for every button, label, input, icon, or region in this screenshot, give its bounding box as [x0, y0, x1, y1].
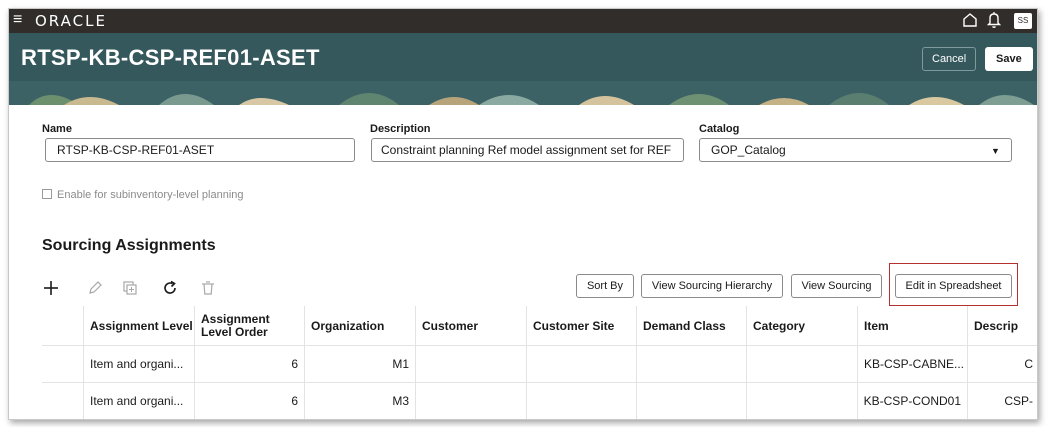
subinventory-checkbox-row[interactable]: Enable for subinventory-level planning — [42, 189, 244, 201]
column-header-category[interactable]: Category — [746, 306, 857, 345]
cell-assignment-level: Item and organi... — [83, 346, 194, 382]
plus-icon[interactable] — [42, 279, 60, 297]
refresh-icon[interactable] — [161, 279, 179, 297]
cancel-button[interactable]: Cancel — [922, 47, 977, 71]
highlight-box — [889, 263, 1018, 306]
global-header: ≡ ORACLE SS — [9, 9, 1037, 33]
duplicate-icon[interactable] — [121, 279, 139, 297]
cell-item: KB-CSP-COND01 — [857, 383, 967, 419]
cell-description: C — [967, 346, 1037, 382]
description-label: Description — [370, 123, 431, 135]
app-window: ≡ ORACLE SS RTSP-KB-CSP-REF01-ASET Cance… — [8, 8, 1038, 420]
page-title: RTSP-KB-CSP-REF01-ASET — [21, 45, 320, 70]
view-sourcing-hierarchy-button[interactable]: View Sourcing Hierarchy — [641, 274, 783, 298]
user-avatar[interactable]: SS — [1014, 13, 1032, 29]
hamburger-icon[interactable]: ≡ — [13, 12, 22, 28]
cell-organization: M3 — [304, 383, 415, 419]
catalog-value: GOP_Catalog — [711, 143, 786, 157]
column-header-assignment-level-order[interactable]: Assignment Level Order — [194, 306, 304, 345]
cell-category — [746, 383, 857, 419]
column-header-demand-class[interactable]: Demand Class — [636, 306, 746, 345]
trash-icon[interactable] — [199, 279, 217, 297]
table-header-row: Assignment Level Assignment Level Order … — [42, 306, 1037, 346]
oracle-logo[interactable]: ORACLE — [35, 12, 107, 30]
cell-organization: M1 — [304, 346, 415, 382]
view-sourcing-button[interactable]: View Sourcing — [791, 274, 882, 298]
pencil-icon[interactable] — [86, 279, 104, 297]
column-header-assignment-level[interactable]: Assignment Level — [83, 306, 194, 345]
cell-demand-class — [636, 346, 746, 382]
page-header: RTSP-KB-CSP-REF01-ASET Cancel Save — [9, 33, 1037, 105]
cell-item: KB-CSP-CABNE... — [857, 346, 967, 382]
catalog-select[interactable]: GOP_Catalog — [699, 138, 1012, 162]
table-row[interactable]: Item and organi... 6 M3 KB-CSP-COND01 CS… — [42, 383, 1037, 419]
table-row[interactable]: Item and organi... 6 M1 KB-CSP-CABNE... … — [42, 346, 1037, 383]
sort-by-button[interactable]: Sort By — [576, 274, 634, 298]
save-button[interactable]: Save — [985, 47, 1033, 71]
cell-demand-class — [636, 383, 746, 419]
cell-assignment-level-order: 6 — [194, 383, 304, 419]
cell-customer-site — [526, 383, 636, 419]
cell-customer-site — [526, 346, 636, 382]
column-header-organization[interactable]: Organization — [304, 306, 415, 345]
name-label: Name — [42, 123, 72, 135]
cell-description: CSP- — [967, 383, 1037, 419]
column-header-description[interactable]: Descrip — [967, 306, 1037, 345]
catalog-label: Catalog — [699, 123, 740, 135]
column-header-customer-site[interactable]: Customer Site — [526, 306, 636, 345]
subinventory-checkbox[interactable] — [42, 189, 52, 199]
header-decorative-pattern — [9, 81, 1037, 105]
cell-assignment-level: Item and organi... — [83, 383, 194, 419]
description-field[interactable]: Constraint planning Ref model assignment… — [371, 138, 684, 162]
column-header-item[interactable]: Item — [857, 306, 967, 345]
cell-assignment-level-order: 6 — [194, 346, 304, 382]
cell-customer — [415, 346, 526, 382]
bell-icon[interactable] — [986, 11, 1002, 29]
column-header-customer[interactable]: Customer — [415, 306, 526, 345]
sourcing-assignments-title: Sourcing Assignments — [42, 237, 216, 254]
cell-category — [746, 346, 857, 382]
cell-customer — [415, 383, 526, 419]
subinventory-label: Enable for subinventory-level planning — [57, 189, 244, 201]
name-field[interactable]: RTSP-KB-CSP-REF01-ASET — [45, 138, 355, 162]
home-icon[interactable] — [962, 12, 978, 28]
chevron-down-icon[interactable]: ▼ — [991, 146, 1000, 156]
